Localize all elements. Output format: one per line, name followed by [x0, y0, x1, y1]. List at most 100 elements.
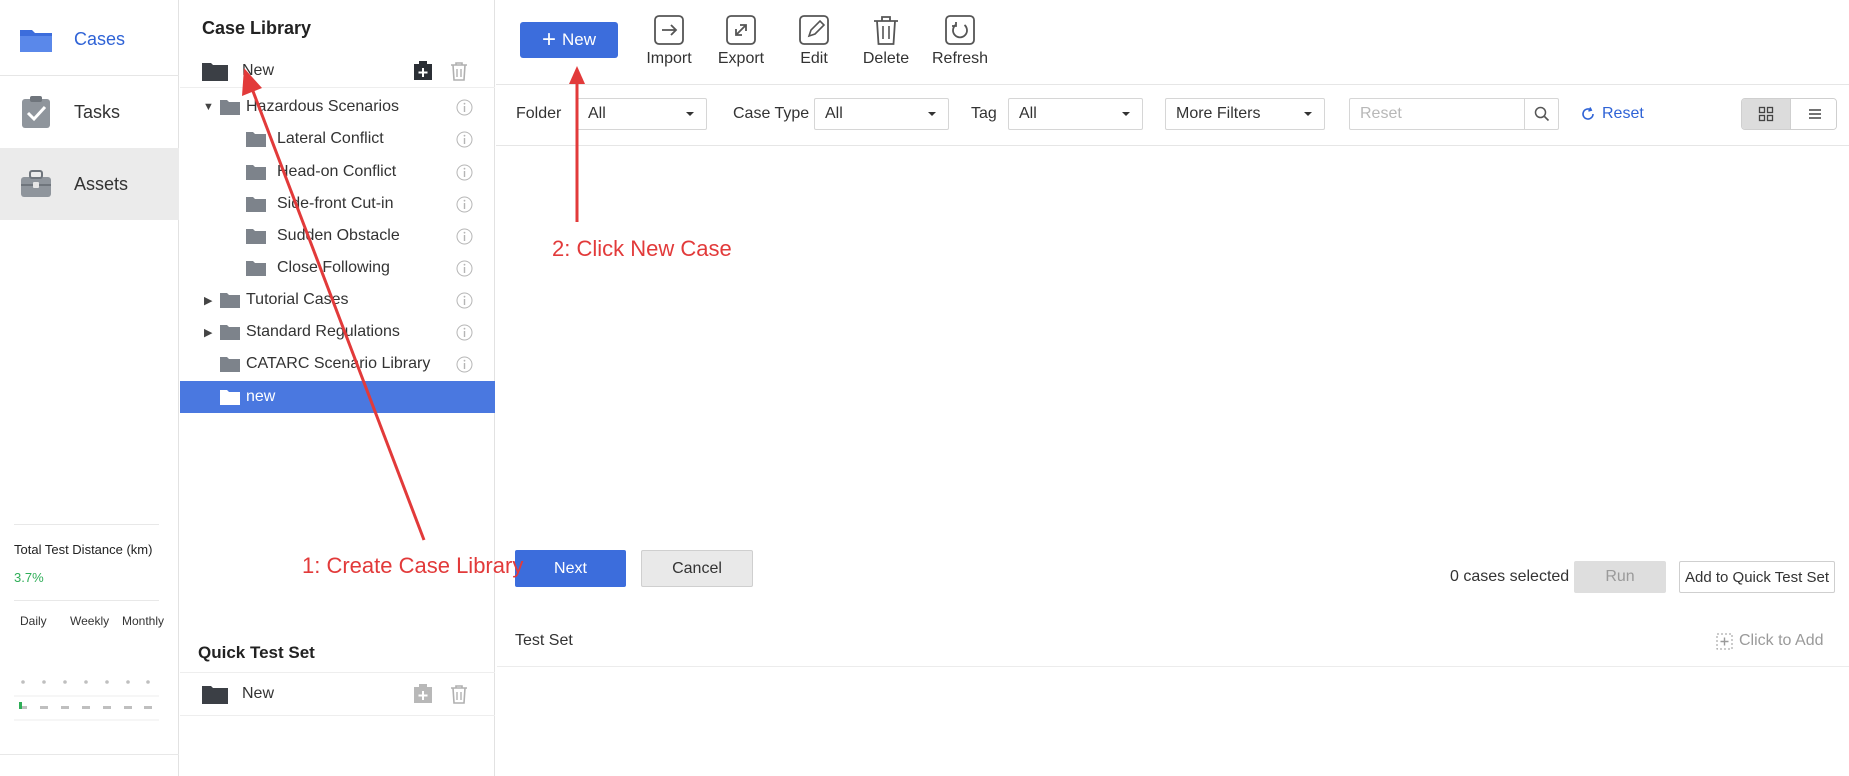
import-button[interactable]: Import [634, 14, 704, 74]
reset-icon [1582, 107, 1594, 120]
case-type-filter-select[interactable]: All [814, 98, 949, 130]
tree-item-new-selected[interactable]: new [180, 381, 495, 413]
folder-icon [246, 132, 266, 147]
edit-button[interactable]: Edit [779, 14, 849, 74]
run-button[interactable]: Run [1574, 561, 1666, 593]
grid-view-button[interactable] [1742, 99, 1790, 129]
info-icon[interactable] [456, 196, 473, 213]
period-monthly[interactable]: Monthly [122, 614, 164, 628]
divider [14, 524, 159, 525]
search-icon [1534, 106, 1549, 122]
folder-icon [220, 100, 240, 115]
trash-icon[interactable] [448, 683, 470, 705]
tree-item-standard-regulations[interactable]: ▶ Standard Regulations [180, 316, 495, 348]
left-nav: Cases Tasks Assets Total Test Distance (… [0, 0, 179, 776]
tree-item-sudden-obstacle[interactable]: Sudden Obstacle [180, 220, 495, 252]
add-folder-icon[interactable] [412, 683, 434, 705]
caret-right-icon[interactable]: ▶ [204, 326, 212, 339]
tree-item-label: Lateral Conflict [277, 130, 384, 147]
quick-test-root-label: New [242, 685, 275, 702]
tree-item-label: Close Following [277, 259, 390, 276]
add-to-quick-test-set-button[interactable]: Add to Quick Test Set [1679, 561, 1835, 593]
nav-item-tasks[interactable]: Tasks [0, 76, 179, 148]
tree-item-catarc-scenario-library[interactable]: CATARC Scenario Library [180, 348, 495, 380]
info-icon[interactable] [456, 131, 473, 148]
annotation-step-1: 1: Create Case Library [302, 553, 524, 578]
quick-test-root-row[interactable]: New [180, 672, 495, 716]
delete-button[interactable]: Delete [851, 14, 921, 74]
folder-icon [220, 325, 240, 340]
search-button[interactable] [1524, 99, 1558, 129]
reset-label: Reset [1602, 105, 1644, 122]
period-weekly[interactable]: Weekly [70, 614, 109, 628]
export-icon [726, 15, 756, 45]
tree-item-label: Sudden Obstacle [277, 227, 400, 244]
info-icon[interactable] [456, 99, 473, 116]
more-filters-select[interactable]: More Filters [1165, 98, 1325, 130]
tree-item-hazardous-scenarios[interactable]: ▼ Hazardous Scenarios [180, 91, 495, 123]
annotation-step-2: 2: Click New Case [552, 236, 732, 261]
folder-filter-select[interactable]: All [577, 98, 707, 130]
tree-item-close-following[interactable]: Close Following [180, 252, 495, 284]
nav-item-assets[interactable]: Assets [0, 148, 179, 220]
click-to-add-button[interactable]: Click to Add [1716, 632, 1823, 650]
cancel-button[interactable]: Cancel [641, 550, 753, 587]
nav-item-cases[interactable]: Cases [0, 4, 179, 76]
add-folder-icon[interactable] [412, 60, 434, 82]
export-button[interactable]: Export [706, 14, 776, 74]
nav-label-assets: Assets [74, 173, 129, 194]
reset-button[interactable]: Reset [1580, 105, 1644, 123]
folder-icon [220, 357, 240, 372]
edit-icon [799, 15, 829, 45]
tree-item-lateral-conflict[interactable]: Lateral Conflict [180, 123, 495, 155]
folder-filter-label: Folder [516, 105, 562, 122]
edit-label: Edit [800, 50, 828, 67]
library-root-row[interactable]: New [180, 54, 495, 88]
case-library-panel: Case Library New ▼ Hazardous Scenarios L… [180, 0, 495, 776]
folder-icon [20, 29, 52, 52]
tag-filter-select[interactable]: All [1008, 98, 1143, 130]
new-case-label: New [562, 30, 597, 49]
nav-label-cases: Cases [74, 29, 126, 49]
tree-item-label: new [246, 388, 276, 405]
more-filters-label: More Filters [1176, 105, 1261, 122]
tree-item-label: Tutorial Cases [246, 291, 349, 308]
export-label: Export [717, 50, 765, 67]
divider [0, 754, 179, 755]
info-icon[interactable] [456, 228, 473, 245]
caret-down-icon[interactable]: ▼ [203, 101, 214, 113]
click-to-add-label: Click to Add [1739, 632, 1824, 649]
search-input[interactable] [1350, 99, 1525, 129]
tag-filter-value: All [1019, 105, 1037, 122]
info-icon[interactable] [456, 164, 473, 181]
trash-icon[interactable] [448, 60, 470, 82]
stat-percent: 3.7% [14, 570, 44, 585]
tree-item-label: Side-front Cut-in [277, 195, 394, 212]
info-icon[interactable] [456, 324, 473, 341]
toolbox-icon [21, 170, 51, 197]
info-icon[interactable] [456, 292, 473, 309]
info-icon[interactable] [456, 260, 473, 277]
list-view-button[interactable] [1790, 99, 1836, 129]
mini-chart [14, 680, 159, 721]
folder-filter-value: All [588, 105, 606, 122]
folder-icon [246, 197, 266, 212]
period-daily[interactable]: Daily [20, 614, 47, 628]
list-icon [1808, 109, 1821, 119]
toolbar: + New Import Export Edit Delete Refresh [496, 0, 1849, 84]
new-case-button[interactable]: + New [520, 22, 618, 58]
tree-item-tutorial-cases[interactable]: ▶ Tutorial Cases [180, 284, 495, 316]
info-icon[interactable] [456, 356, 473, 373]
refresh-button[interactable]: Refresh [925, 14, 995, 74]
tree-item-head-on-conflict[interactable]: Head-on Conflict [180, 156, 495, 188]
divider [14, 600, 159, 601]
refresh-icon [945, 15, 975, 45]
case-library-title: Case Library [202, 18, 312, 38]
import-icon [654, 15, 684, 45]
tree-item-side-front-cut-in[interactable]: Side-front Cut-in [180, 188, 495, 220]
caret-right-icon[interactable]: ▶ [204, 294, 212, 307]
grid-icon [1758, 106, 1774, 122]
chevron-down-icon [1304, 112, 1312, 116]
next-button[interactable]: Next [515, 550, 626, 587]
divider [497, 666, 1849, 667]
